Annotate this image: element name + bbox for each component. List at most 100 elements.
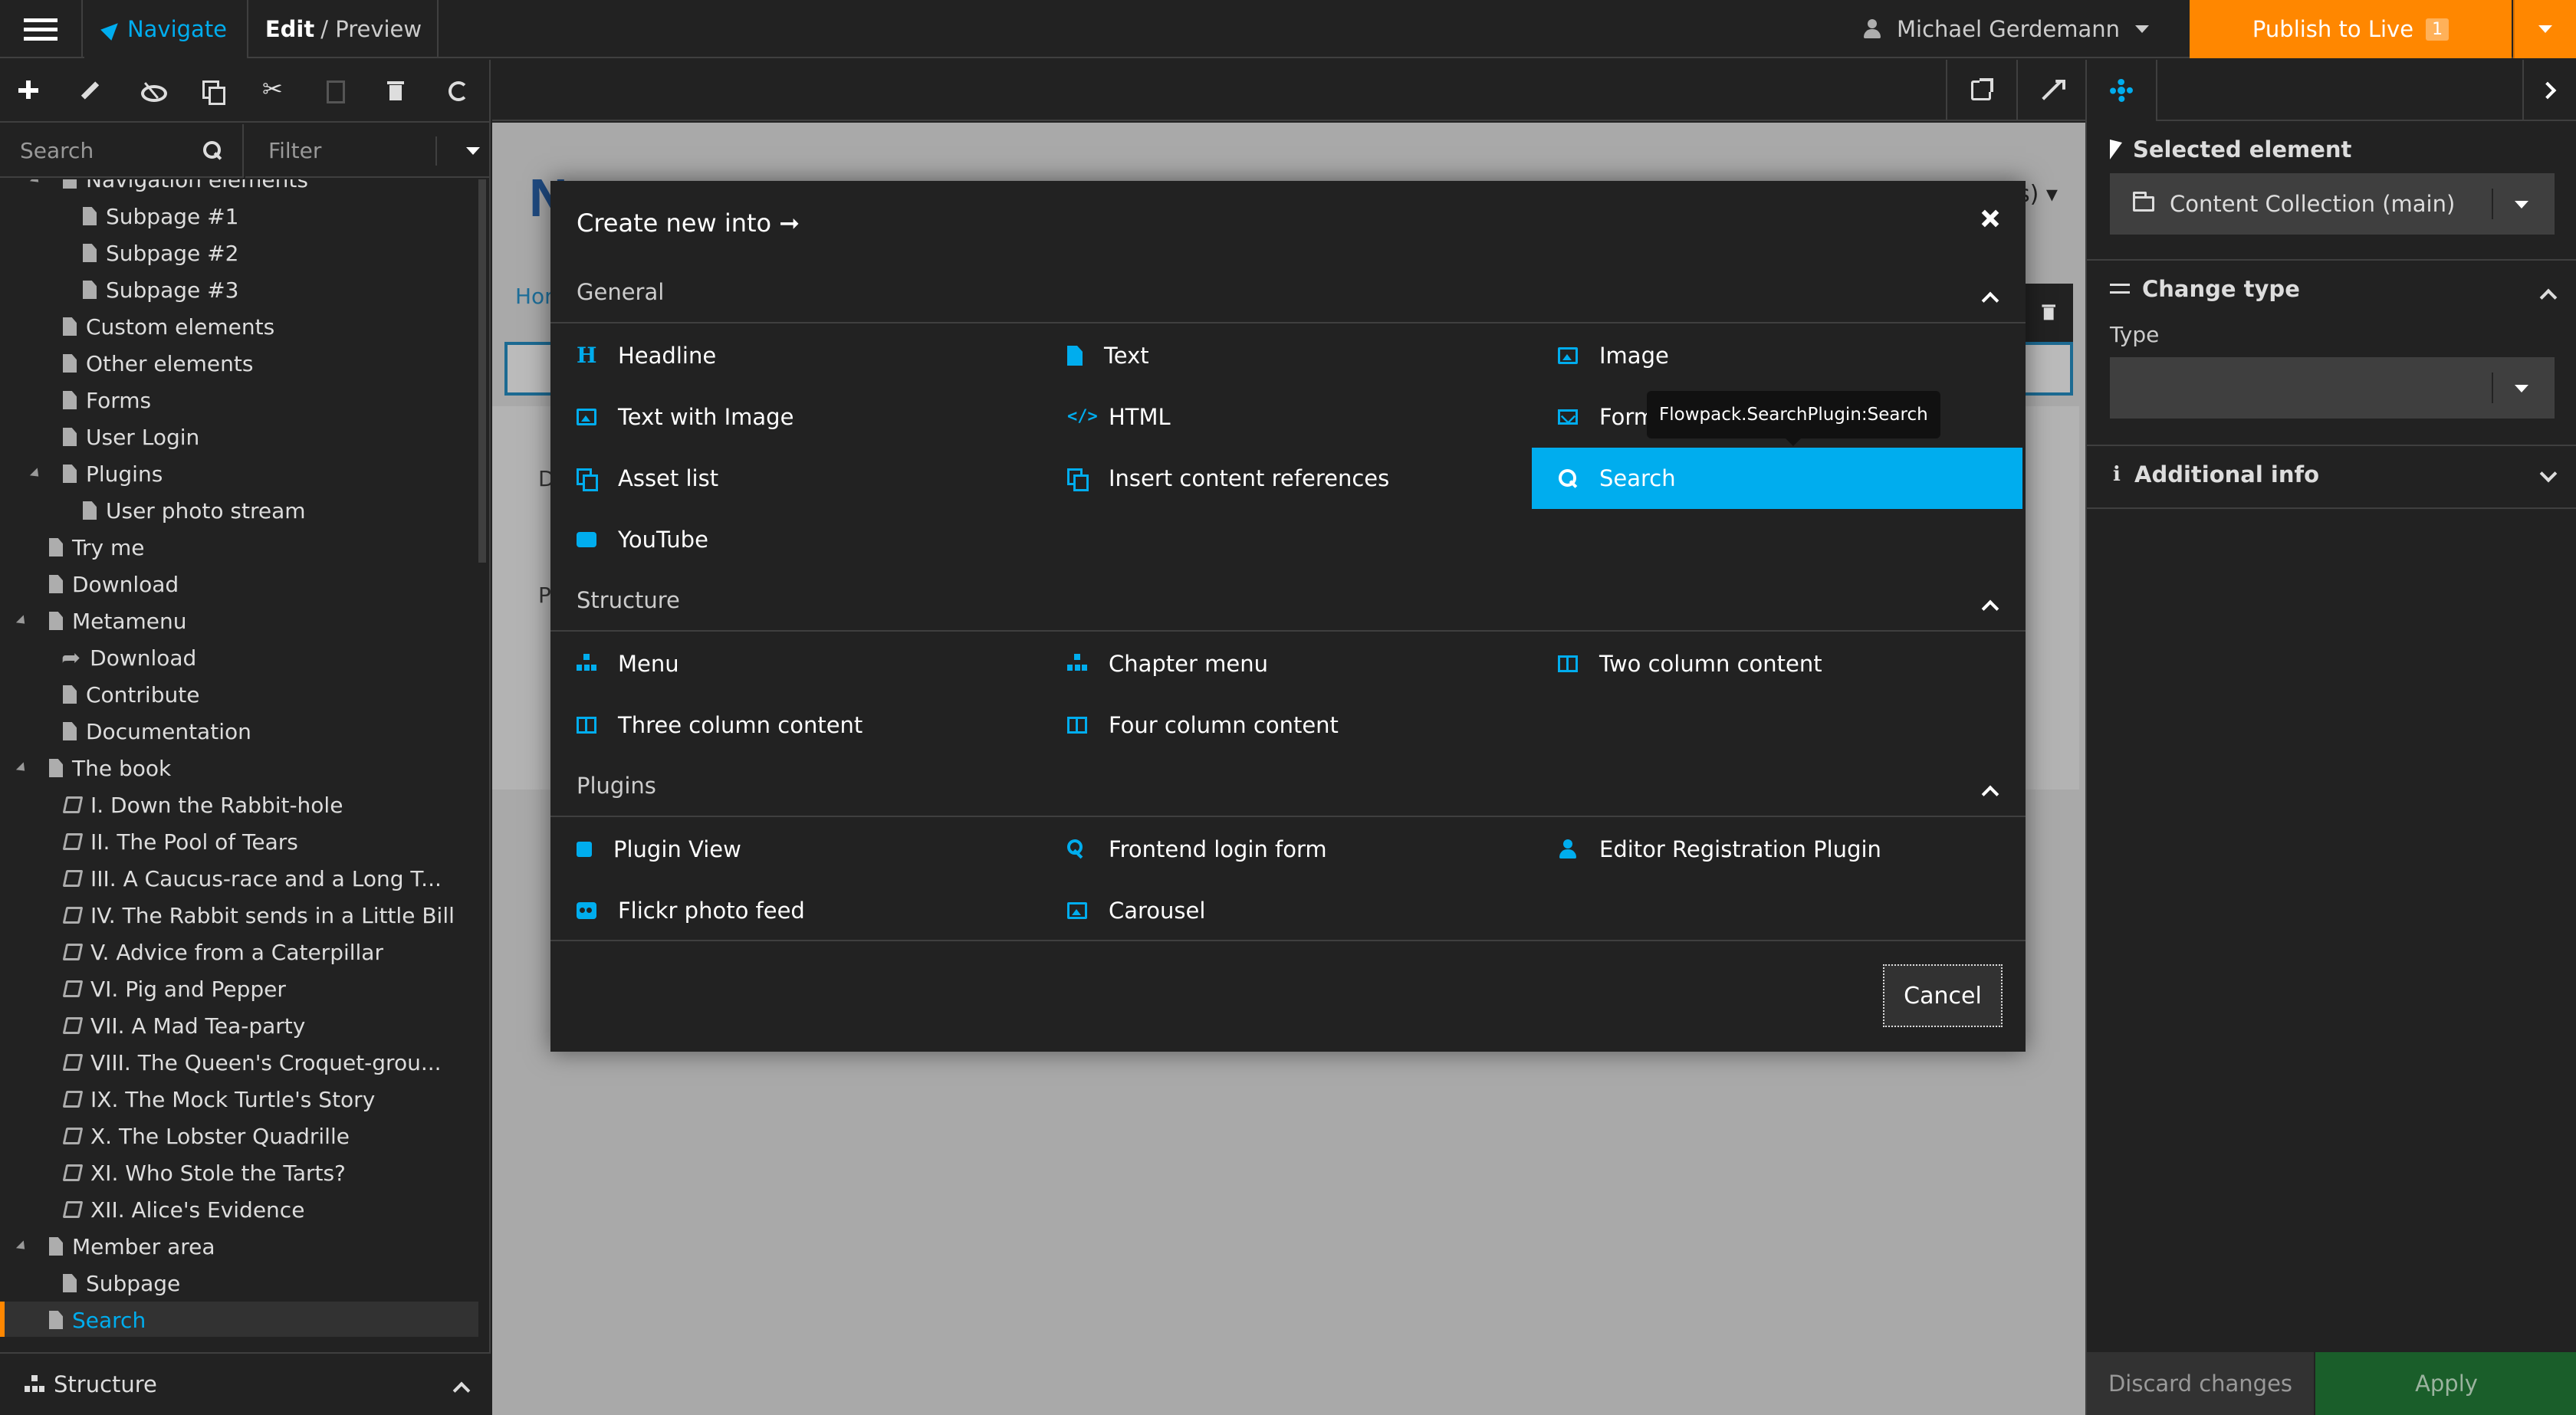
refresh-tree-icon[interactable] (446, 79, 469, 102)
cancel-button[interactable]: Cancel (1883, 964, 2003, 1027)
chevron-up-icon[interactable] (2539, 288, 2558, 307)
discard-changes-button[interactable]: Discard changes (2087, 1352, 2314, 1415)
hide-node-icon[interactable] (140, 79, 167, 102)
delete-node-icon[interactable] (385, 79, 408, 102)
tree-node[interactable]: User photo stream (0, 492, 478, 529)
node-type-content-references[interactable]: Insert content references (1041, 448, 1532, 509)
edit-preview-tab[interactable]: Edit / Preview (250, 0, 439, 58)
node-type-flickr[interactable]: Flickr photo feed (550, 880, 1041, 941)
change-type-header[interactable]: Change type (2110, 276, 2300, 302)
tree-node[interactable]: Subpage #1 (0, 198, 478, 235)
node-type-tooltip: Flowpack.SearchPlugin:Search (1647, 391, 1940, 446)
tree-node[interactable]: Member area (0, 1228, 478, 1265)
structure-panel-toggle[interactable]: Structure (0, 1352, 491, 1415)
add-node-icon[interactable] (17, 79, 40, 102)
node-type-text[interactable]: Text (1041, 325, 1532, 386)
publish-dropdown-button[interactable] (2513, 0, 2576, 58)
tree-node[interactable]: Forms (0, 382, 478, 419)
edit-node-icon[interactable] (78, 79, 101, 102)
tree-node[interactable]: III. A Caucus-race and a Long T... (0, 860, 478, 897)
user-menu[interactable]: Michael Gerdemann (1863, 0, 2185, 58)
tree-toggle-icon[interactable] (15, 1240, 29, 1253)
tree-node[interactable]: X. The Lobster Quadrille (0, 1118, 478, 1154)
selected-element-section: Selected element Content Collection (mai… (2087, 123, 2576, 261)
node-type-chapter-menu[interactable]: Chapter menu (1041, 633, 1532, 694)
close-icon[interactable] (1975, 204, 2006, 235)
search-icon[interactable] (202, 140, 222, 160)
node-type-two-column[interactable]: Two column content (1532, 633, 2022, 694)
node-type-text-with-image[interactable]: Text with Image (550, 386, 1041, 448)
tree-node[interactable]: User Login (0, 419, 478, 455)
node-type-youtube[interactable]: YouTube (550, 509, 1041, 570)
node-type-search[interactable]: Search (1532, 448, 2022, 509)
tree-node[interactable]: VII. A Mad Tea-party (0, 1007, 478, 1044)
fullscreen-button[interactable] (2016, 60, 2085, 121)
tree-node[interactable]: IX. The Mock Turtle's Story (0, 1081, 478, 1118)
tree-node[interactable]: XI. Who Stole the Tarts? (0, 1154, 478, 1191)
group-header-structure[interactable]: Structure (550, 570, 2026, 632)
tree-node[interactable]: Contribute (0, 676, 478, 713)
inspector-settings-tab[interactable] (2087, 60, 2157, 121)
node-type-editor-registration[interactable]: Editor Registration Plugin (1532, 819, 2022, 880)
tree-toggle-icon[interactable] (15, 615, 29, 628)
node-type-plugin-view[interactable]: Plugin View (550, 819, 1041, 880)
chevron-down-icon[interactable] (466, 147, 480, 155)
tree-node[interactable]: Navigation elements (0, 179, 478, 198)
header-icon: H (577, 343, 597, 368)
node-type-image[interactable]: Image (1532, 325, 2022, 386)
node-type-asset-list[interactable]: Asset list (550, 448, 1041, 509)
group-header-general[interactable]: General (550, 262, 2026, 323)
tree-node[interactable]: ➦ Download (0, 639, 478, 676)
tree-scrollbar[interactable] (478, 179, 486, 563)
tree-search-input[interactable] (20, 137, 189, 163)
tree-toggle-icon[interactable] (29, 179, 43, 186)
tree-node[interactable]: Subpage (0, 1265, 478, 1302)
tree-node[interactable]: The book (0, 750, 478, 786)
menu-toggle-button[interactable] (0, 0, 83, 58)
tree-node[interactable]: Plugins (0, 455, 478, 492)
tree-node[interactable]: VI. Pig and Pepper (0, 970, 478, 1007)
tree-node[interactable]: Metamenu (0, 602, 478, 639)
tree-node-active[interactable]: Search (0, 1302, 478, 1337)
tree-filter[interactable] (245, 124, 491, 178)
node-type-headline[interactable]: H Headline (550, 325, 1041, 386)
apply-button[interactable]: Apply (2315, 1352, 2576, 1415)
search-icon (1558, 468, 1578, 488)
tree-node[interactable]: V. Advice from a Caterpillar (0, 934, 478, 970)
copy-node-icon[interactable] (201, 79, 225, 105)
node-type-four-column[interactable]: Four column content (1041, 694, 1532, 756)
paste-node-icon[interactable] (324, 79, 347, 103)
tree-node[interactable]: Download (0, 566, 478, 602)
additional-info-section[interactable]: i Additional info (2087, 448, 2576, 509)
tree-node[interactable]: II. The Pool of Tears (0, 823, 478, 860)
book-icon (62, 907, 84, 924)
type-select[interactable] (2110, 357, 2555, 419)
cut-node-icon[interactable] (262, 74, 285, 103)
node-type-carousel[interactable]: Carousel (1041, 880, 1532, 941)
tree-node[interactable]: Subpage #3 (0, 271, 478, 308)
tree-node[interactable]: Documentation (0, 713, 478, 750)
section-label: Change type (2142, 276, 2300, 302)
open-external-button[interactable] (1946, 60, 2015, 121)
tree-node[interactable]: IV. The Rabbit sends in a Little Bill (0, 897, 478, 934)
node-type-three-column[interactable]: Three column content (550, 694, 1041, 756)
node-type-menu[interactable]: Menu (550, 633, 1041, 694)
tree-node[interactable]: Subpage #2 (0, 235, 478, 271)
tree-node[interactable]: Custom elements (0, 308, 478, 345)
collapse-inspector-button[interactable] (2522, 60, 2576, 121)
tree-toggle-icon[interactable] (29, 468, 43, 481)
tree-node[interactable]: VIII. The Queen's Croquet-grou... (0, 1044, 478, 1081)
canvas-delete-button[interactable] (2024, 284, 2073, 342)
selected-element-select[interactable]: Content Collection (main) (2110, 173, 2555, 235)
node-type-html[interactable]: </> HTML (1041, 386, 1532, 448)
tree-node[interactable]: I. Down the Rabbit-hole (0, 786, 478, 823)
group-header-plugins[interactable]: Plugins (550, 756, 2026, 817)
navigate-tab[interactable]: Navigate (84, 0, 248, 58)
tree-node[interactable]: Other elements (0, 345, 478, 382)
node-type-frontend-login[interactable]: Frontend login form (1041, 819, 1532, 880)
publish-button[interactable]: Publish to Live 1 (2190, 0, 2512, 58)
tree-node[interactable]: Try me (0, 529, 478, 566)
tree-node[interactable]: XII. Alice's Evidence (0, 1191, 478, 1228)
tree-toggle-icon[interactable] (15, 762, 29, 775)
tree-filter-input[interactable] (268, 137, 437, 163)
